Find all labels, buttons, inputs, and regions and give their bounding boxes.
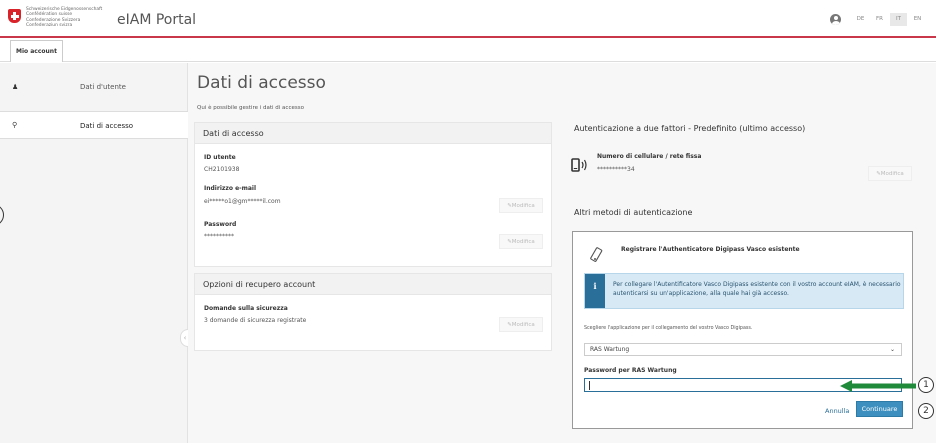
- lang-de[interactable]: DE: [852, 13, 869, 26]
- phone-label: Numero di cellulare / rete fissa: [597, 153, 702, 160]
- password-value: **********: [204, 233, 234, 240]
- panel-title: Opzioni di recupero account: [195, 274, 551, 295]
- phone-value: **********34: [597, 166, 635, 173]
- password-label: Password: [204, 221, 237, 228]
- email-value: ei*****o1@gm*****il.com: [204, 198, 281, 205]
- sidebar-item-dati-utente[interactable]: ♟ Dati d'utente: [0, 73, 188, 101]
- brand-title[interactable]: eIAM Portal: [117, 12, 196, 28]
- access-data-panel: Dati di accesso ID utente CH2101938 Indi…: [194, 122, 552, 267]
- top-header: Schweizerische Eidgenossenschaft Confédé…: [0, 0, 936, 38]
- annotation-arrow-icon: [840, 380, 916, 392]
- choose-app-label: Scegliere l'applicazione per il collegam…: [584, 326, 753, 331]
- panel-title: Dati di accesso: [195, 123, 551, 144]
- info-text: Per collegare l'Autentificatore Vasco Di…: [613, 281, 901, 297]
- email-label: Indirizzo e-mail: [204, 185, 257, 192]
- user-id-value: CH2101938: [204, 166, 240, 173]
- phone-icon: [571, 158, 587, 172]
- page-title: Dati di accesso: [197, 73, 326, 93]
- lang-en[interactable]: EN: [909, 13, 926, 26]
- sidebar-item-label: Dati di accesso: [80, 122, 134, 130]
- annotation-step-1: 1: [918, 377, 934, 393]
- chevron-down-icon: ⌄: [889, 346, 895, 353]
- page-subtitle: Qui è possibile gestire i dati di access…: [197, 105, 304, 111]
- lang-fr[interactable]: FR: [871, 13, 888, 26]
- language-switcher: DE FR IT EN: [850, 13, 926, 26]
- confederation-text: Schweizerische Eidgenossenschaft Confédé…: [26, 7, 102, 28]
- cancel-link[interactable]: Annulla: [825, 407, 849, 415]
- info-icon: i: [585, 274, 605, 308]
- main-content: Dati di accesso Qui è possibile gestire …: [188, 63, 936, 443]
- confed-line: Confederaziun svizra: [26, 22, 73, 28]
- user-id-label: ID utente: [204, 154, 236, 161]
- digipass-title: Registrare l'Authenticatore Digipass Vas…: [621, 246, 800, 253]
- user-account-icon[interactable]: [830, 14, 841, 25]
- modify-email-button[interactable]: ✎Modifica: [499, 198, 543, 213]
- swiss-crest-icon: [8, 9, 21, 23]
- recovery-options-panel: Opzioni di recupero account Domande sull…: [194, 273, 552, 351]
- sidebar-item-label: Dati d'utente: [80, 83, 126, 91]
- modify-phone-button[interactable]: ✎Modifica: [868, 166, 912, 181]
- key-icon: ⚲: [12, 121, 18, 129]
- digipass-register-box: Registrare l'Authenticatore Digipass Vas…: [572, 231, 913, 429]
- password-field-label: Password per RAS Wartung: [584, 367, 677, 374]
- selected-app: RAS Wartung: [590, 346, 630, 353]
- sidebar-item-dati-accesso[interactable]: ⚲ Dati di accesso: [0, 111, 188, 139]
- other-methods-title: Altri metodi di autenticazione: [574, 208, 693, 217]
- application-select[interactable]: RAS Wartung ⌄: [584, 343, 902, 356]
- tab-mio-account[interactable]: Mio account: [10, 40, 63, 62]
- info-box: i Per collegare l'Autentificatore Vasco …: [584, 273, 904, 309]
- nav-bar: Mio account: [0, 40, 936, 62]
- twofa-title: Autenticazione a due fattori - Predefini…: [574, 124, 806, 133]
- security-questions-label: Domande sulla sicurezza: [204, 305, 288, 312]
- modify-security-button[interactable]: ✎Modifica: [499, 317, 543, 332]
- sidebar: ♟ Dati d'utente ⚲ Dati di accesso ‹: [0, 63, 190, 443]
- annotation-step-2: 2: [918, 403, 934, 419]
- user-icon: ♟: [12, 83, 19, 91]
- text-caret: [589, 381, 590, 390]
- security-questions-value: 3 domande di sicurezza registrate: [204, 317, 307, 324]
- continue-button[interactable]: Continuare: [856, 401, 903, 417]
- lang-it[interactable]: IT: [890, 13, 907, 26]
- token-icon: [590, 247, 603, 262]
- modify-password-button[interactable]: ✎Modifica: [499, 234, 543, 249]
